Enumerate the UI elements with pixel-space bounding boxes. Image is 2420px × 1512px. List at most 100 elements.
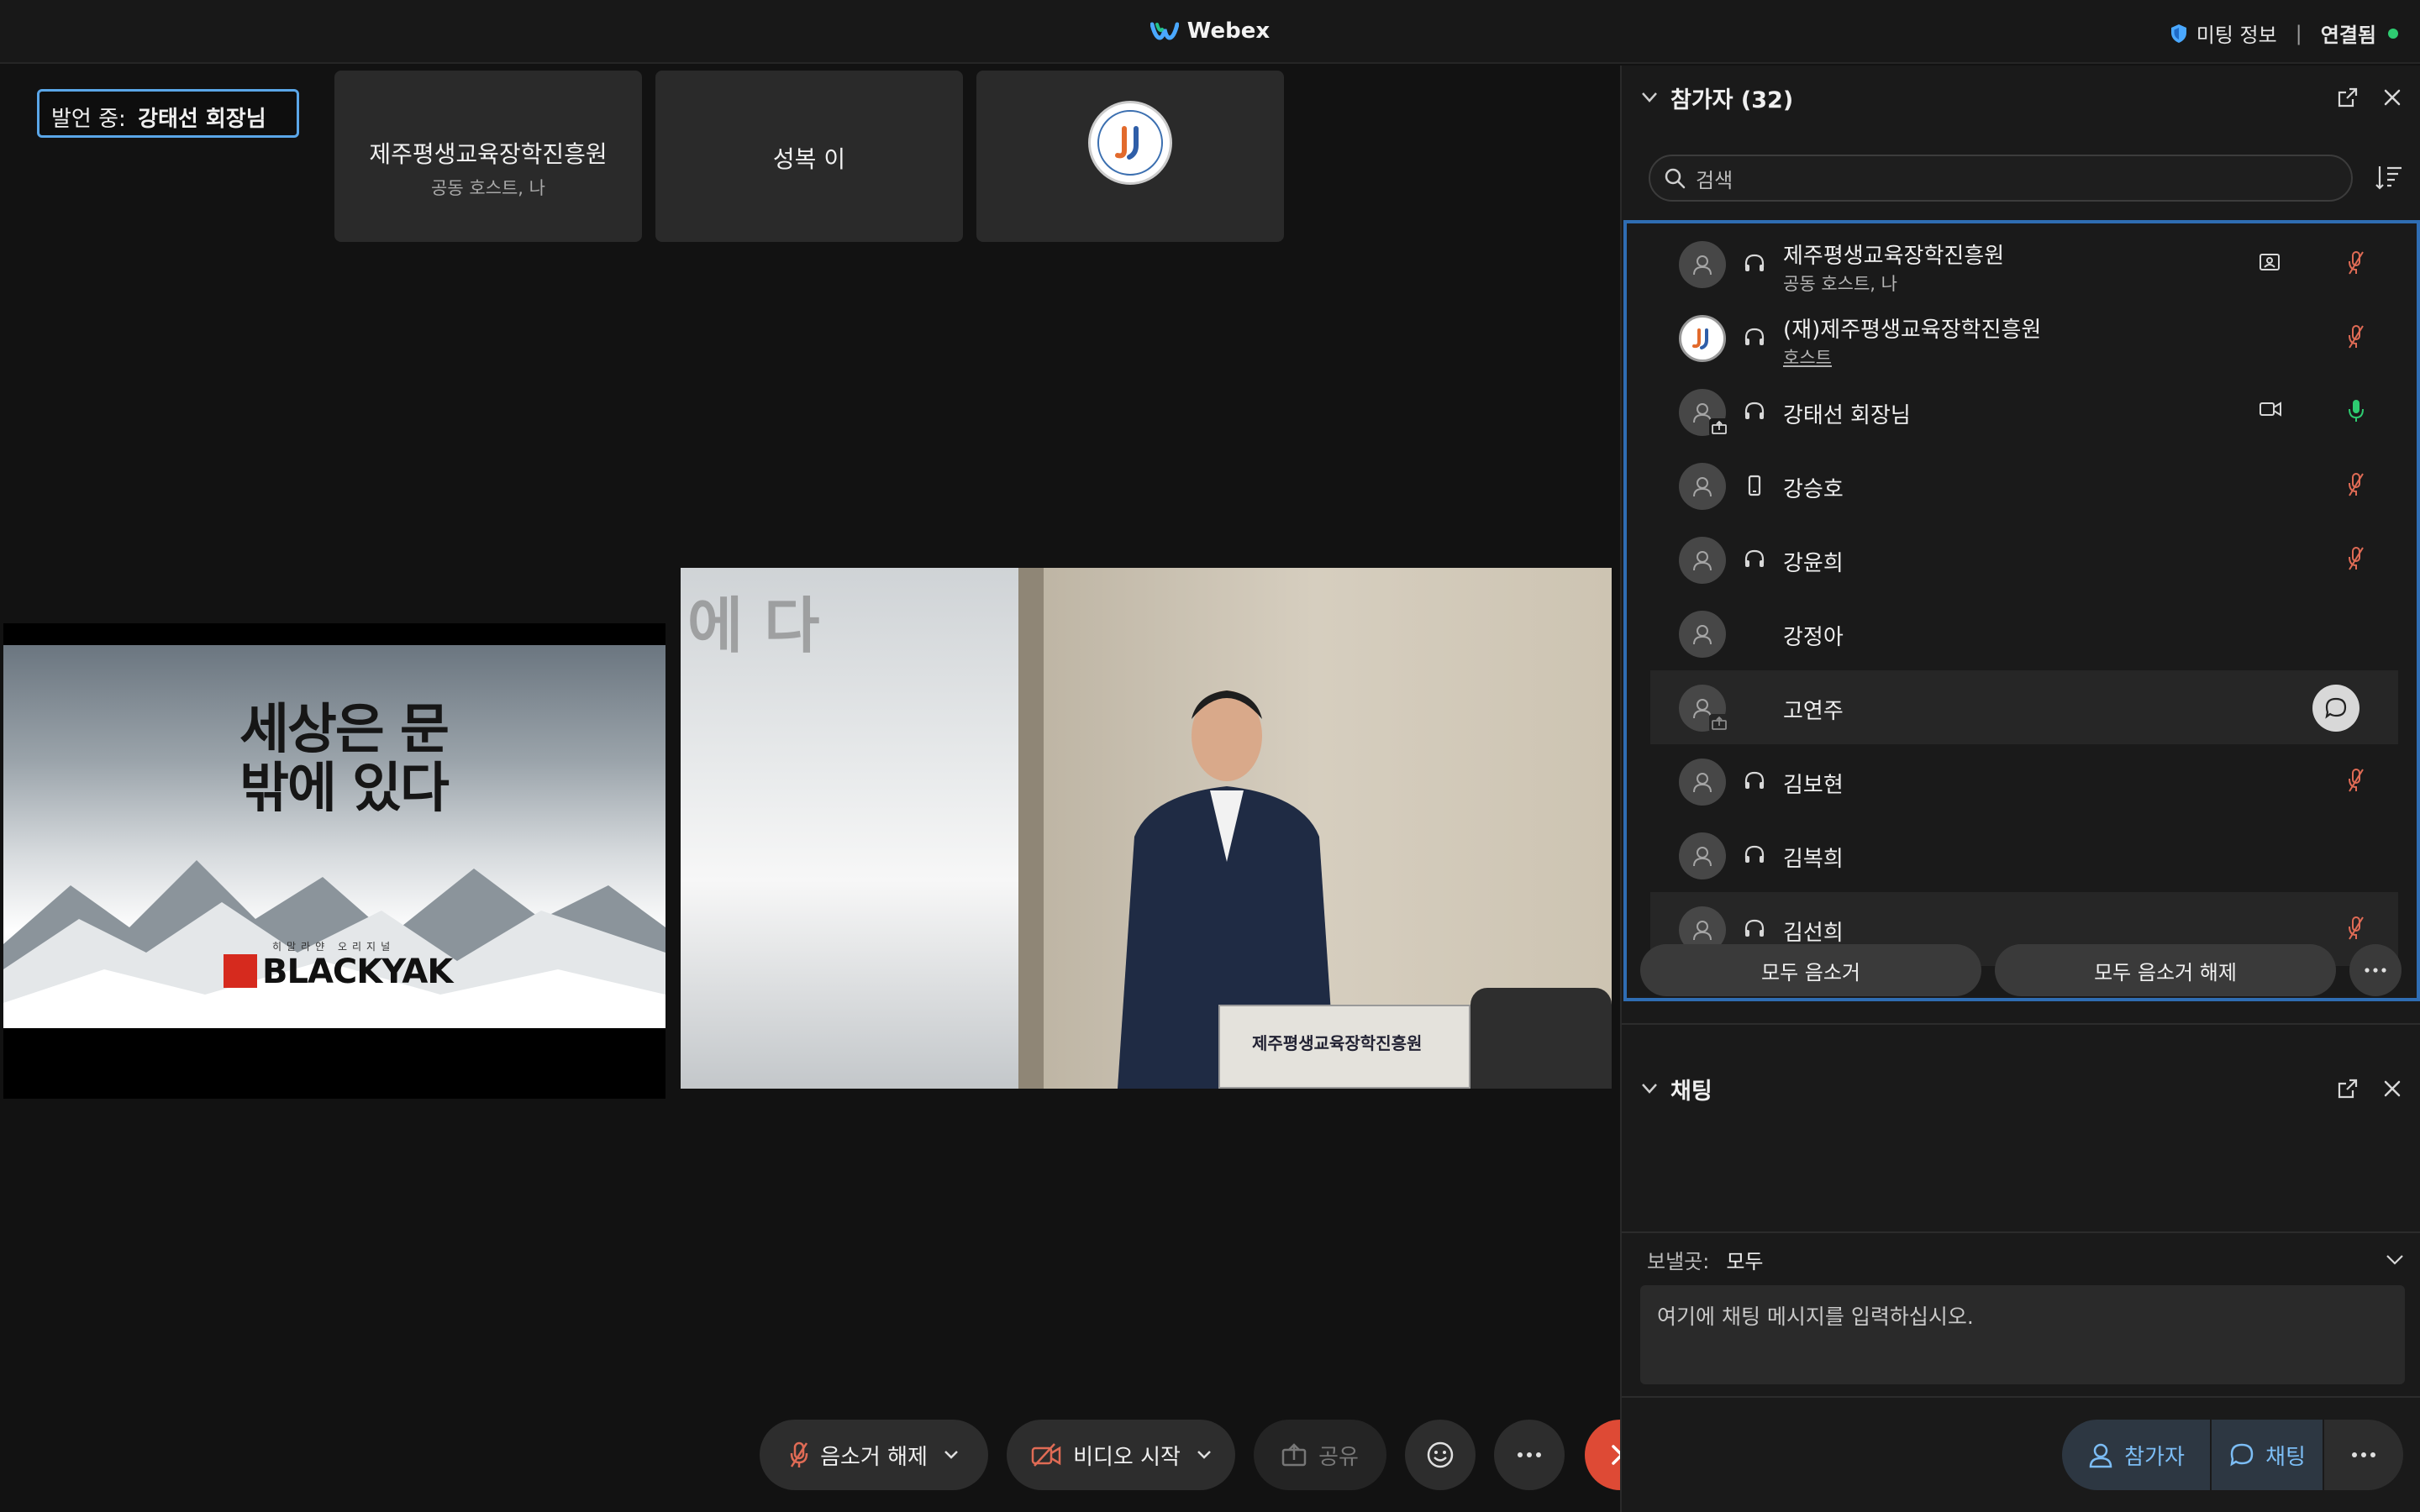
participant-thumbnail[interactable] [976,71,1284,242]
participant-row[interactable]: 고연주 [1650,670,2398,744]
person-icon [1693,847,1712,867]
participant-search-input[interactable]: 검색 [1649,155,2353,202]
unmute-button[interactable]: 음소거 해제 [760,1420,988,1490]
more-icon [2365,968,2386,973]
participants-toggle-label: 참가자 [2124,1444,2185,1470]
participant-row[interactable]: 강정아 [1650,596,2398,670]
close-icon[interactable] [2383,1079,2402,1098]
meeting-controls: 음소거 해제 비디오 시작 공유 [0,1420,1659,1490]
participant-name: 김보현 [1783,773,1844,798]
participant-row[interactable]: 김보현 [1650,744,2398,818]
person-icon [1693,921,1712,941]
unmute-all-button[interactable]: 모두 음소거 해제 [1995,944,2336,996]
sharing-icon [1709,714,1729,732]
send-to-selector[interactable]: 보낼곳: 모두 [1647,1245,2403,1274]
sort-icon[interactable] [2375,165,2403,190]
person-icon [1693,551,1712,571]
emoji-icon [1427,1441,1454,1468]
send-to-value: 모두 [1726,1250,1764,1273]
participant-row[interactable]: 강태선 회장님 [1650,375,2398,449]
participant-name: 김복희 [1783,847,1844,872]
chat-toggle-label: 채팅 [2265,1444,2306,1470]
chevron-down-icon[interactable] [1642,1084,1657,1094]
avatar [1679,241,1726,288]
separator: | [2295,21,2302,45]
mic-muted-icon[interactable] [2348,916,2365,941]
shield-icon[interactable] [2170,24,2188,44]
shared-video-tile[interactable]: 세상은 문 밖에 있다 히말라얀 오리지널 BLACKYAK [3,623,666,1099]
chat-icon [2230,1443,2254,1467]
chat-bubble-icon[interactable] [2312,685,2360,732]
thumbnail-sub: 공동 호스트, 나 [431,178,545,198]
thumbnail-name: 제주평생교육장학진흥원 [369,140,608,168]
mic-muted-icon[interactable] [2348,472,2365,497]
chat-toggle-button[interactable]: 채팅 [2212,1420,2323,1490]
mic-muted-icon[interactable] [2348,250,2365,276]
mic-muted-icon[interactable] [2348,546,2365,571]
chat-header: 채팅 [1622,1057,2420,1121]
bottom-divider [1622,1396,2420,1398]
title-bar: Webex 미팅 정보 | 연결됨 [0,0,2420,64]
avatar [1679,832,1726,879]
search-placeholder: 검색 [1696,168,1733,192]
more-options-button[interactable] [1494,1420,1565,1490]
participants-toggle-button[interactable]: 참가자 [2062,1420,2210,1490]
person-icon [1693,773,1712,793]
org-logo-icon [1679,315,1726,362]
popout-icon[interactable] [2338,1079,2358,1099]
mic-muted-icon[interactable] [2348,324,2365,349]
search-icon [1665,168,1686,189]
participant-row[interactable]: 제주평생교육장학진흥원 공동 호스트, 나 [1650,227,2398,301]
headset-icon [1744,254,1765,271]
participants-title: 참가자 (32) [1670,87,1794,113]
panel-divider [1622,1023,2420,1025]
active-speaker-label: 발언 중: 강태선 회장님 [37,89,299,138]
popout-icon[interactable] [2338,87,2358,108]
more-icon [1518,1452,1541,1457]
panel-more-button[interactable] [2324,1420,2403,1490]
speaking-prefix: 발언 중: [51,107,126,132]
chevron-down-icon[interactable] [944,1451,958,1459]
mic-muted-icon [790,1441,808,1467]
mic-active-icon[interactable] [2348,398,2365,423]
participant-thumbnail[interactable]: 성복 이 [655,71,963,242]
participant-row[interactable]: 김복희 [1650,818,2398,892]
video-off-icon [1031,1443,1061,1467]
participant-row[interactable]: (재)제주평생교육장학진흥원 호스트 [1650,301,2398,375]
chair [1470,988,1612,1089]
participant-name: 김선희 [1783,921,1844,946]
headset-icon [1744,845,1765,863]
active-speaker-video[interactable]: 에 다 제주평생교육장학진흥원 [681,568,1612,1089]
connection-status: 연결됨 [2320,24,2376,47]
participant-thumbnail[interactable]: 제주평생교육장학진흥원 공동 호스트, 나 [334,71,642,242]
blackyak-ad-image: 세상은 문 밖에 있다 히말라얀 오리지널 BLACKYAK [3,645,666,1028]
reactions-button[interactable] [1405,1420,1476,1490]
avatar [1679,537,1726,584]
participant-row[interactable]: 강승호 [1650,449,2398,522]
participant-list[interactable]: 제주평생교육장학진흥원 공동 호스트, 나 (재)제주평생교육장학진흥원 호스트… [1623,220,2420,1001]
headset-icon [1744,919,1765,937]
app-name: Webex [1186,18,1270,44]
participant-row[interactable]: 강윤희 [1650,522,2398,596]
start-video-button[interactable]: 비디오 시작 [1007,1420,1235,1490]
close-icon[interactable] [2383,88,2402,107]
chevron-down-icon[interactable] [1197,1451,1211,1459]
brand-logo-icon [224,954,257,988]
meeting-info-link[interactable]: 미팅 정보 [2196,18,2277,48]
projector-text: 에 다 [687,591,820,661]
chevron-down-icon[interactable] [1642,92,1657,102]
person-icon [1693,477,1712,497]
participant-role[interactable]: 호스트 [1783,344,1832,370]
participants-more-button[interactable] [2349,944,2402,996]
ad-brand: BLACKYAK [224,953,453,991]
side-panel: 참가자 (32) 검색 제주평생교육장학진흥원 공동 호스트, 나 (재)제주평… [1620,66,2420,1512]
chat-message-input[interactable]: 여기에 채팅 메시지를 입력하십시오. [1640,1285,2405,1384]
app-title: Webex [0,18,2420,44]
mute-all-button[interactable]: 모두 음소거 [1640,944,1981,996]
participant-name: 강정아 [1783,625,1844,650]
chat-title: 채팅 [1670,1078,1712,1105]
share-button[interactable]: 공유 [1254,1420,1386,1490]
chevron-down-icon[interactable] [2386,1254,2403,1265]
ad-headline: 세상은 문 밖에 있다 [239,699,450,821]
mic-muted-icon[interactable] [2348,768,2365,793]
